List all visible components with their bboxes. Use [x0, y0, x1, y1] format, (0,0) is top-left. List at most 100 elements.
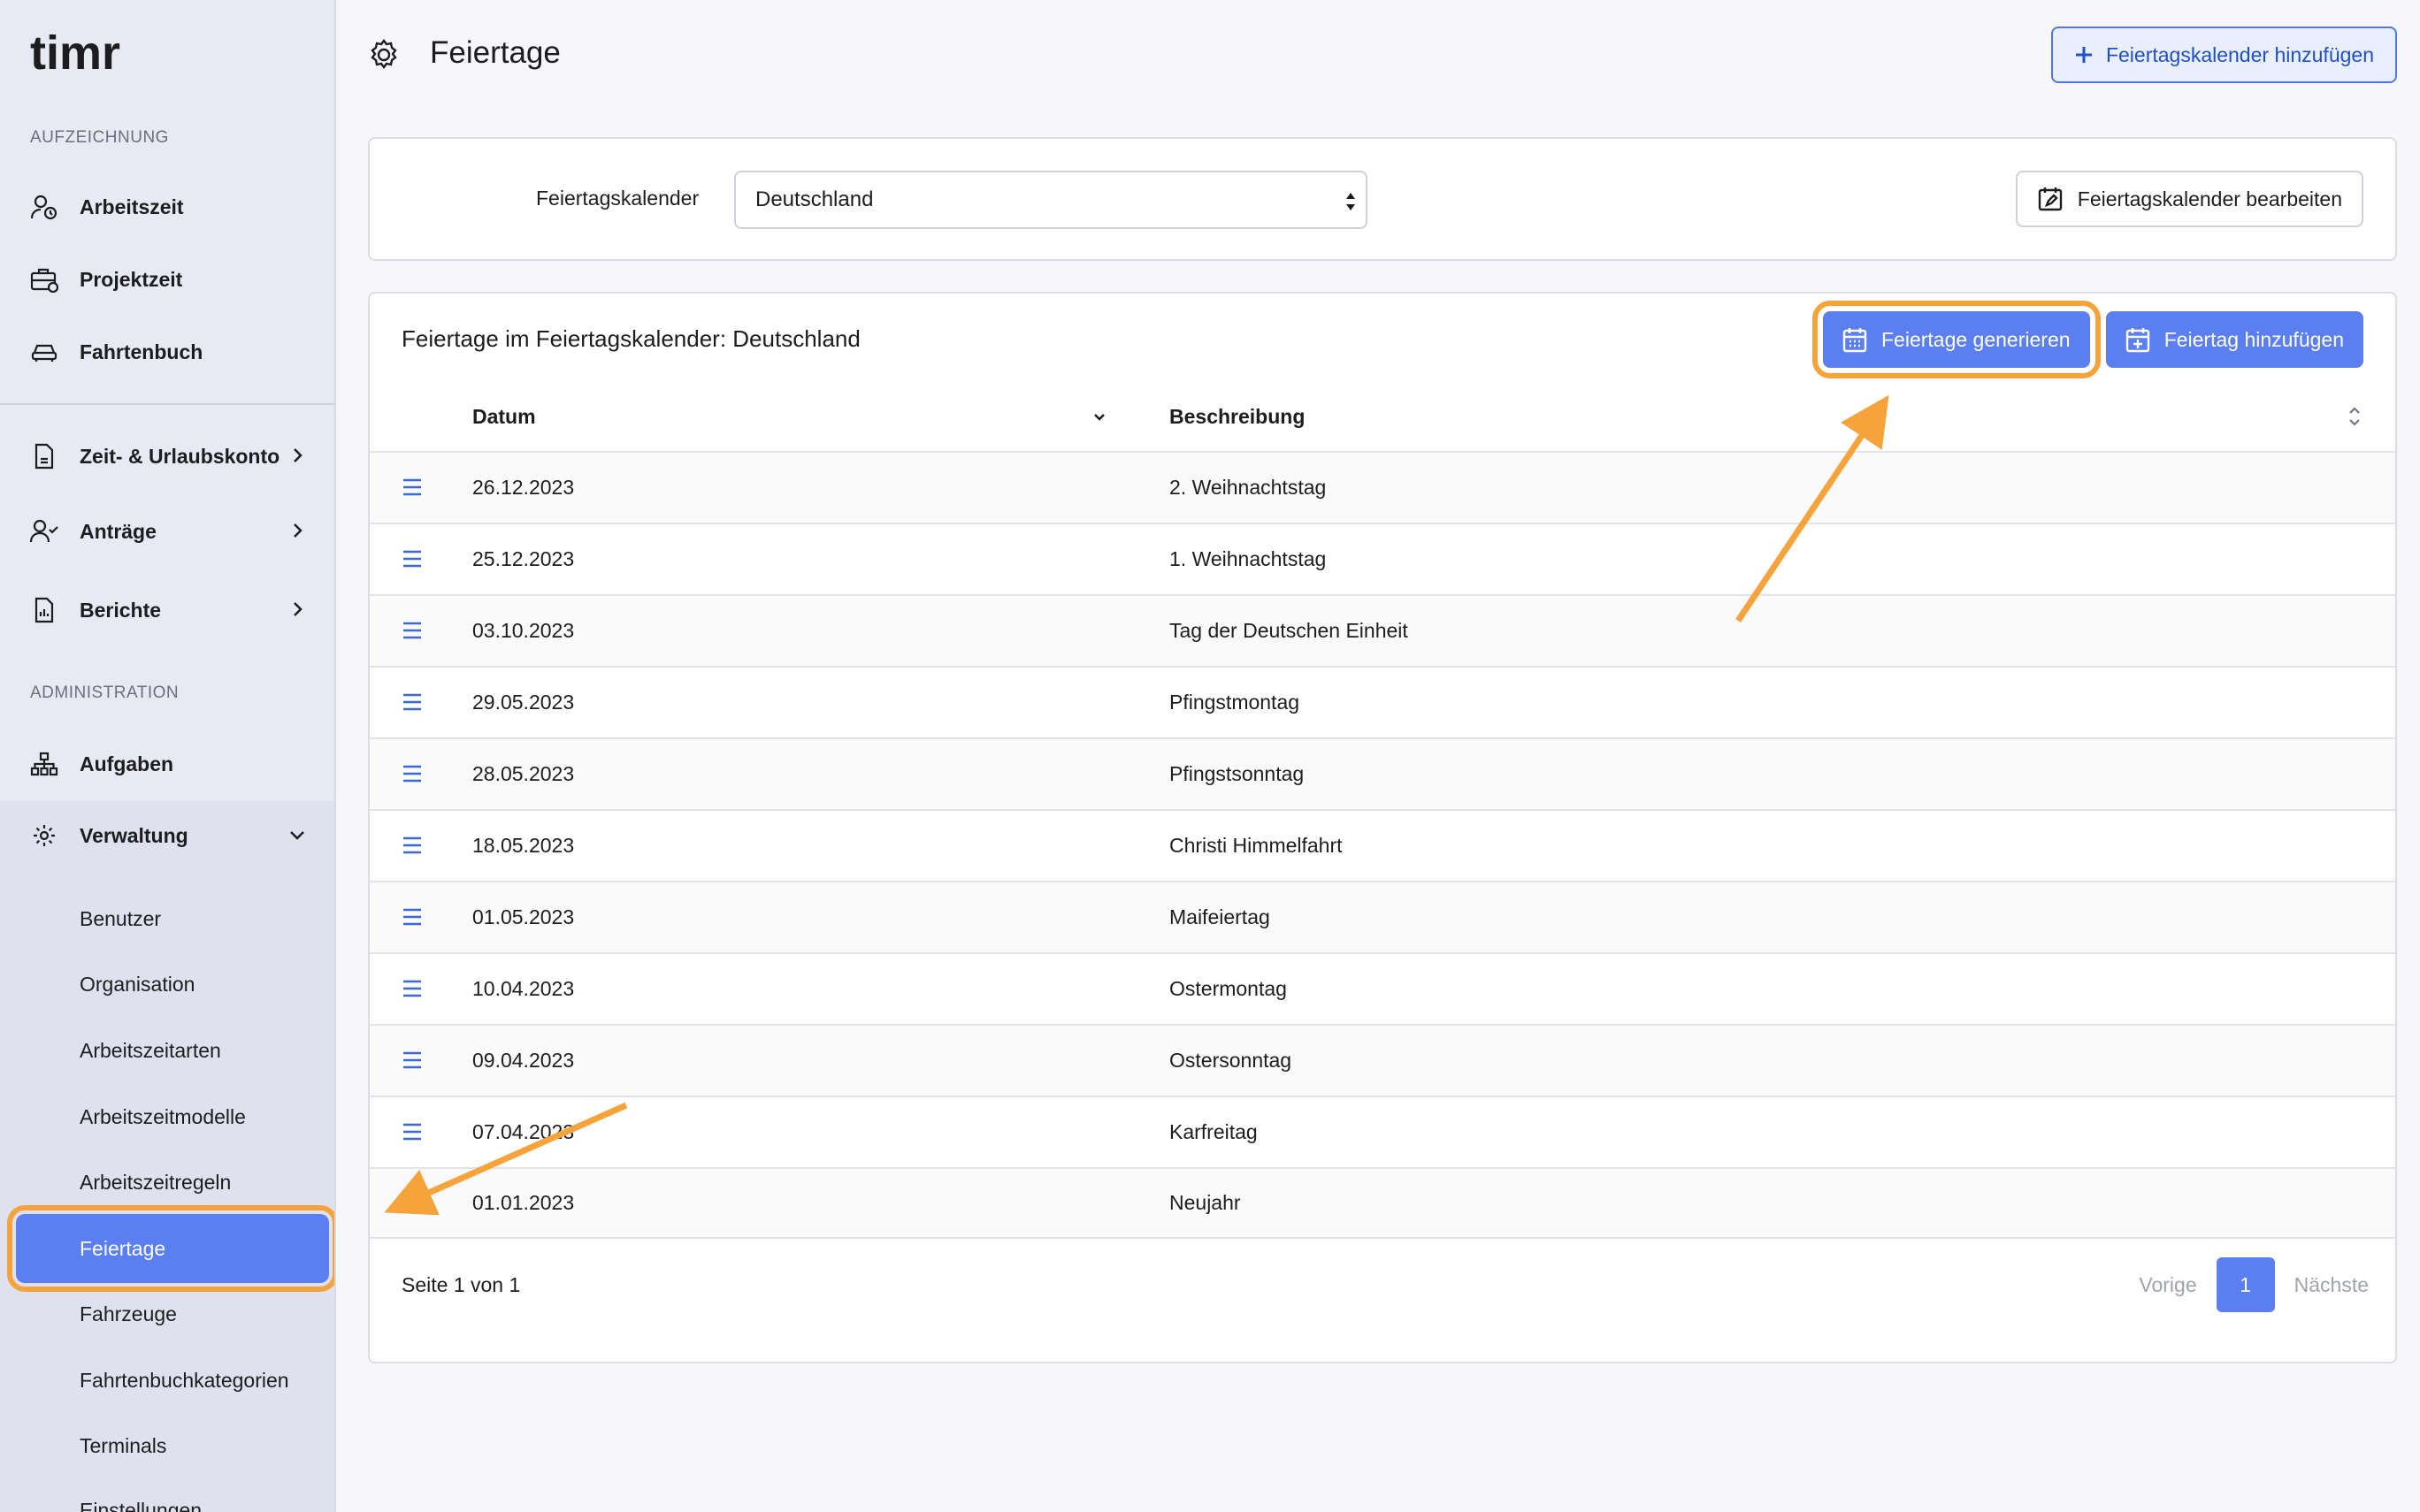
svg-text:timr: timr: [30, 28, 120, 78]
generate-holidays-button[interactable]: Feiertage generieren: [1812, 301, 2101, 378]
sidebar-item-zeit-urlaubskonto[interactable]: Zeit- & Urlaubskonto: [0, 425, 334, 487]
pagination: Vorige 1 Nächste: [2139, 1257, 2369, 1312]
sort-desc-icon[interactable]: [1091, 409, 1108, 426]
holiday-description: Karfreitag: [1169, 1120, 1258, 1143]
column-header-date[interactable]: Datum: [472, 405, 536, 429]
sidebar-item-arbeitszeit[interactable]: Arbeitszeit: [0, 176, 334, 238]
chevron-right-icon: [294, 448, 302, 462]
drag-handle-icon[interactable]: [402, 1194, 423, 1213]
sidebar-item-verwaltung[interactable]: Verwaltung: [0, 805, 334, 867]
holiday-description: Maifeiertag: [1169, 905, 1270, 928]
add-calendar-button-label: Feiertagskalender hinzufügen: [2105, 42, 2374, 66]
table-row[interactable]: 29.05.2023 Pfingstmontag: [370, 666, 2395, 737]
drag-handle-icon[interactable]: [402, 1050, 423, 1070]
sidebar-item-berichte[interactable]: Berichte: [0, 579, 334, 641]
sort-both-icon[interactable]: [2346, 403, 2363, 430]
table-row[interactable]: 01.01.2023 Neujahr: [370, 1167, 2395, 1239]
sidebar-subitem-terminals[interactable]: Terminals: [0, 1417, 334, 1474]
holidays-card-title: Feiertage im Feiertagskalender: Deutschl…: [402, 325, 861, 352]
calendar-edit-icon: [2038, 187, 2062, 211]
table-row[interactable]: 18.05.2023 Christi Himmelfahrt: [370, 809, 2395, 881]
sidebar-subitem-arbeitszeitarten[interactable]: Arbeitszeitarten: [0, 1022, 334, 1079]
pagination-next[interactable]: Nächste: [2294, 1273, 2369, 1297]
drag-handle-icon[interactable]: [402, 477, 423, 497]
plus-icon: [2075, 47, 2092, 63]
holiday-date: 01.05.2023: [472, 905, 575, 928]
report-icon: [30, 596, 58, 624]
sidebar-subitem-feiertage[interactable]: Feiertage: [7, 1205, 334, 1292]
holiday-date: 07.04.2023: [472, 1120, 575, 1143]
table-row[interactable]: 25.12.2023 1. Weihnachtstag: [370, 523, 2395, 594]
calendar-select-card: Feiertagskalender Deutschland Feiertagsk…: [368, 137, 2397, 261]
drag-handle-icon[interactable]: [402, 621, 423, 640]
hierarchy-icon: [30, 750, 58, 778]
holiday-date: 10.04.2023: [472, 977, 575, 1000]
table-row[interactable]: 03.10.2023 Tag der Deutschen Einheit: [370, 594, 2395, 666]
calendar-grid-icon: [1842, 328, 1867, 353]
calendar-select-label: Feiertagskalender: [536, 187, 700, 210]
timr-logo[interactable]: timr: [30, 28, 136, 78]
sidebar-subitem-benutzer[interactable]: Benutzer: [0, 890, 334, 947]
holiday-date: 01.01.2023: [472, 1191, 575, 1214]
edit-calendar-button[interactable]: Feiertagskalender bearbeiten: [2015, 171, 2363, 227]
car-icon: [30, 338, 58, 366]
drag-handle-icon[interactable]: [402, 549, 423, 569]
drag-handle-icon[interactable]: [402, 692, 423, 712]
drag-handle-icon[interactable]: [402, 836, 423, 855]
column-header-description[interactable]: Beschreibung: [1169, 405, 1305, 429]
table-row[interactable]: 10.04.2023 Ostermontag: [370, 952, 2395, 1024]
table-row[interactable]: 07.04.2023 Karfreitag: [370, 1096, 2395, 1167]
sidebar-item-label: Aufgaben: [80, 752, 174, 775]
gear-icon: [30, 821, 58, 850]
pagination-prev[interactable]: Vorige: [2139, 1273, 2196, 1297]
sidebar-subitem-arbeitszeitregeln[interactable]: Arbeitszeitregeln: [0, 1154, 334, 1210]
table-row[interactable]: 01.05.2023 Maifeiertag: [370, 881, 2395, 952]
sidebar-item-aufgaben[interactable]: Aufgaben: [0, 733, 334, 795]
sidebar: timr AUFZEICHNUNG Arbeitszeit Projektzei…: [0, 0, 336, 1512]
section-label-admin: ADMINISTRATION: [30, 683, 180, 702]
holiday-description: Ostersonntag: [1169, 1049, 1292, 1072]
drag-handle-icon[interactable]: [402, 1122, 423, 1142]
sidebar-subitem-fahrzeuge[interactable]: Fahrzeuge: [0, 1286, 334, 1342]
holiday-date: 26.12.2023: [472, 476, 575, 499]
holiday-date: 18.05.2023: [472, 834, 575, 857]
sidebar-subitem-einstellungen[interactable]: Einstellungen: [0, 1482, 334, 1512]
select-arrows-icon: [1346, 193, 1355, 210]
document-icon: [30, 442, 58, 470]
sidebar-item-label: Zeit- & Urlaubskonto: [80, 444, 280, 468]
table-row[interactable]: 26.12.2023 2. Weihnachtstag: [370, 451, 2395, 523]
drag-handle-icon[interactable]: [402, 907, 423, 927]
sidebar-item-label: Arbeitszeit: [80, 195, 184, 218]
add-holiday-button[interactable]: Feiertag hinzufügen: [2105, 311, 2363, 368]
table-row[interactable]: 09.04.2023 Ostersonntag: [370, 1024, 2395, 1096]
holiday-description: Pfingstsonntag: [1169, 762, 1305, 785]
sidebar-subitem-arbeitszeitmodelle[interactable]: Arbeitszeitmodelle: [0, 1088, 334, 1145]
sidebar-item-fahrtenbuch[interactable]: Fahrtenbuch: [0, 321, 334, 383]
sidebar-subitem-organisation[interactable]: Organisation: [0, 956, 334, 1012]
calendar-plus-icon: [2125, 328, 2149, 353]
sidebar-item-label: Anträge: [80, 519, 157, 543]
user-check-icon: [30, 517, 58, 546]
sidebar-item-projektzeit[interactable]: Projektzeit: [0, 248, 334, 310]
holiday-description: 2. Weihnachtstag: [1169, 476, 1327, 499]
section-label-recording: AUFZEICHNUNG: [30, 128, 169, 147]
sidebar-item-label: Projektzeit: [80, 267, 183, 291]
user-clock-icon: [30, 193, 58, 221]
sidebar-subitem-fahrtenbuchkategorien[interactable]: Fahrtenbuchkategorien: [0, 1352, 334, 1409]
settings-gear-icon: [371, 39, 397, 69]
holiday-description: 1. Weihnachtstag: [1169, 547, 1327, 570]
holiday-date: 09.04.2023: [472, 1049, 575, 1072]
drag-handle-icon[interactable]: [402, 764, 423, 783]
holiday-date: 25.12.2023: [472, 547, 575, 570]
drag-handle-icon[interactable]: [402, 979, 423, 998]
calendar-select[interactable]: Deutschland: [734, 171, 1367, 229]
holidays-table: 26.12.2023 2. Weihnachtstag 25.12.2023 1. W…: [370, 451, 2395, 1239]
edit-calendar-button-label: Feiertagskalender bearbeiten: [2077, 187, 2342, 210]
pagination-page-1[interactable]: 1: [2216, 1257, 2275, 1312]
sidebar-item-antraege[interactable]: Anträge: [0, 500, 334, 562]
chevron-right-icon: [294, 602, 302, 616]
table-row[interactable]: 28.05.2023 Pfingstsonntag: [370, 737, 2395, 809]
sidebar-item-label: Berichte: [80, 598, 162, 622]
sidebar-item-label: Fahrtenbuch: [80, 340, 203, 363]
add-calendar-button[interactable]: Feiertagskalender hinzufügen: [2050, 27, 2397, 83]
